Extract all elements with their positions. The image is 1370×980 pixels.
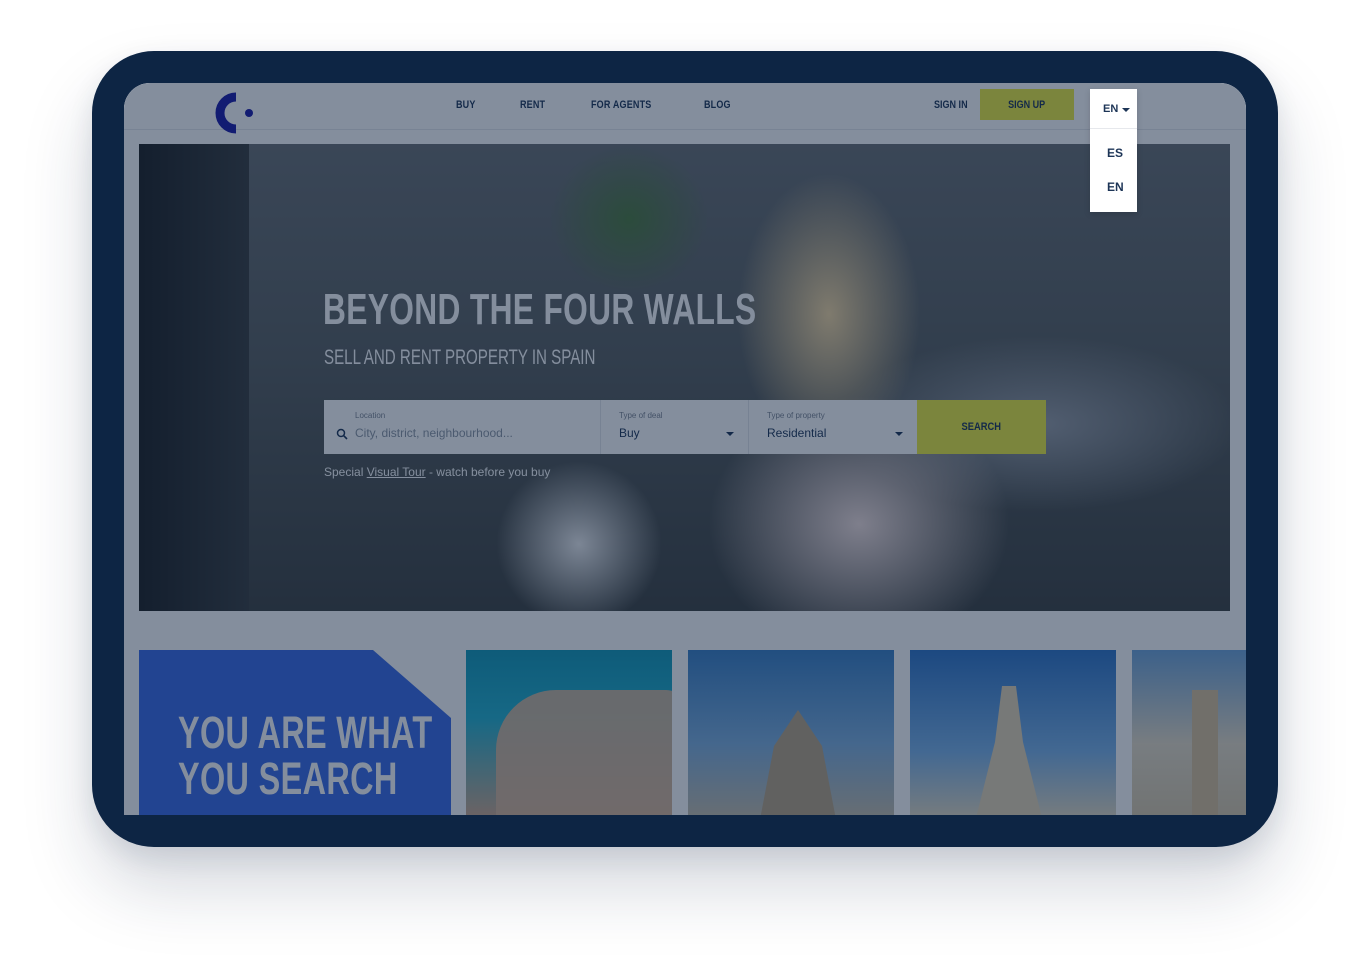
browser-screen: BUY RENT FOR AGENTS BLOG SIGN IN SIGN UP… <box>124 83 1246 815</box>
language-current: EN <box>1103 103 1119 115</box>
language-dropdown: EN ES EN <box>1090 89 1137 212</box>
modal-dim-overlay[interactable] <box>124 83 1246 815</box>
language-option-en[interactable]: EN <box>1090 170 1137 204</box>
language-option-es[interactable]: ES <box>1090 136 1137 170</box>
language-selector[interactable]: EN <box>1090 89 1137 129</box>
chevron-down-icon <box>1122 108 1130 112</box>
